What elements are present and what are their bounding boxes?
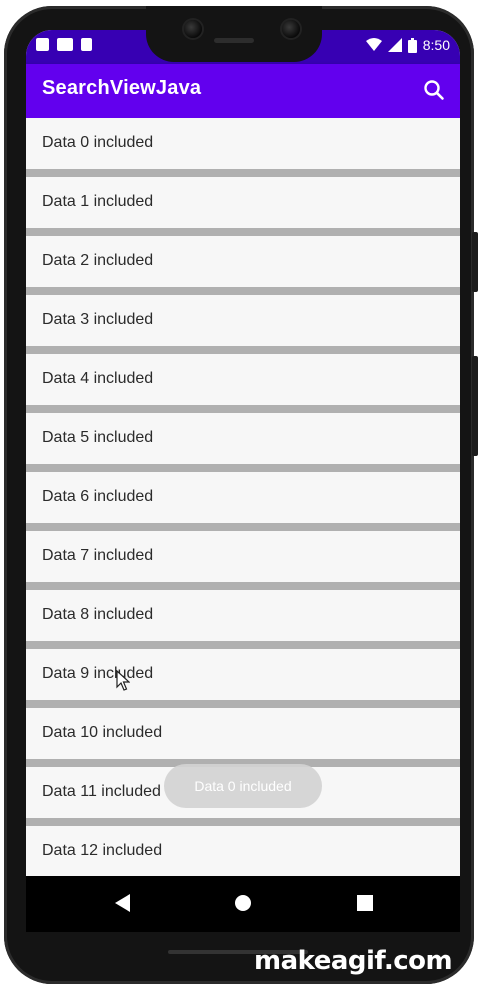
list-item-label: Data 4 included — [42, 370, 154, 387]
list-item[interactable]: Data 7 included — [26, 531, 460, 590]
screen: 8:50 SearchViewJava Data 0 included Data… — [26, 30, 460, 932]
list-item-label: Data 9 included — [42, 665, 154, 682]
list-item-label: Data 12 included — [42, 842, 163, 859]
sim-icon — [36, 38, 49, 51]
signal-icon — [387, 38, 402, 52]
app-bar: SearchViewJava — [26, 64, 460, 118]
back-icon[interactable] — [112, 892, 132, 914]
font-icon — [81, 38, 92, 51]
home-icon[interactable] — [232, 892, 254, 914]
search-icon — [424, 80, 444, 100]
list-item-label: Data 6 included — [42, 488, 154, 505]
search-button[interactable] — [418, 75, 450, 107]
list-item-label: Data 11 included — [42, 783, 161, 800]
front-camera-icon — [282, 20, 300, 38]
power-button — [472, 232, 478, 292]
list-item[interactable]: Data 5 included — [26, 413, 460, 472]
front-camera-icon — [184, 20, 202, 38]
phone-frame: 8:50 SearchViewJava Data 0 included Data… — [4, 6, 478, 984]
list-item[interactable]: Data 3 included — [26, 295, 460, 354]
list-item-label: Data 1 included — [42, 193, 154, 210]
battery-icon — [407, 37, 417, 53]
mouse-cursor-icon — [116, 670, 130, 691]
list-item-label: Data 2 included — [42, 252, 154, 269]
list-item-label: Data 7 included — [42, 547, 154, 564]
volume-button — [472, 356, 478, 456]
list-item-label: Data 10 included — [42, 724, 163, 741]
list-item[interactable]: Data 0 included — [26, 118, 460, 177]
earpiece-speaker — [214, 38, 254, 43]
recents-icon[interactable] — [356, 892, 374, 914]
camera-notch — [146, 6, 322, 62]
list-item[interactable]: Data 9 included — [26, 649, 460, 708]
list-item-label: Data 3 included — [42, 311, 154, 328]
list-item[interactable]: Data 1 included — [26, 177, 460, 236]
list-item-label: Data 8 included — [42, 606, 154, 623]
app-title: SearchViewJava — [42, 77, 202, 99]
status-time: 8:50 — [422, 37, 450, 53]
list-item[interactable]: Data 10 included — [26, 708, 460, 767]
list-item-label: Data 0 included — [42, 134, 154, 151]
toast-message: Data 0 included — [164, 764, 322, 808]
image-icon — [57, 38, 73, 51]
list-item[interactable]: Data 6 included — [26, 472, 460, 531]
list-item[interactable]: Data 8 included — [26, 590, 460, 649]
wifi-icon — [365, 38, 382, 51]
list-item[interactable]: Data 4 included — [26, 354, 460, 413]
watermark: makeagif.com — [254, 946, 453, 976]
navigation-bar — [26, 876, 460, 932]
list-item-label: Data 5 included — [42, 429, 154, 446]
list-item[interactable]: Data 2 included — [26, 236, 460, 295]
